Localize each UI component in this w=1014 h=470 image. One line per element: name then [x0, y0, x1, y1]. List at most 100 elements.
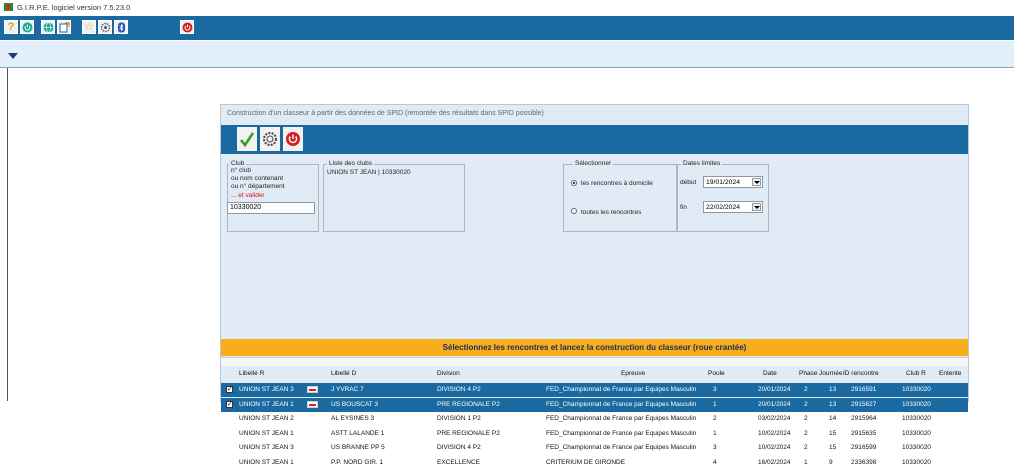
row-division: DIVISION 1 P2: [437, 415, 481, 422]
app-title: G.I.R.P.E. logiciel version 7.5.23.0: [17, 3, 131, 12]
row-journee: 9: [829, 458, 833, 466]
header-division[interactable]: Division: [437, 370, 460, 377]
club-input[interactable]: 10330020: [227, 202, 315, 214]
row-date: 16/02/2024: [758, 458, 791, 466]
start-date-picker[interactable]: 19/01/2024: [703, 176, 763, 188]
clubs-list-item[interactable]: UNION ST JEAN | 10330020: [327, 169, 411, 176]
export-button[interactable]: [57, 20, 71, 34]
row-poule: 4: [713, 458, 717, 466]
power-green-button[interactable]: [20, 20, 34, 34]
row-id-rencontre: 2915627: [851, 400, 877, 408]
row-journee: 13: [829, 386, 837, 393]
row-poule: 1: [713, 400, 717, 408]
row-poule: 3: [713, 386, 717, 393]
validate-button[interactable]: [237, 127, 257, 151]
row-epreuve: FED_Championnat de France par Equipes Ma…: [546, 400, 697, 408]
table-header: Libellé R Libellé D Division Epreuve Pou…: [221, 370, 968, 380]
row-date: 20/01/2024: [758, 386, 791, 393]
header-libelle-r[interactable]: Libellé R: [239, 370, 264, 377]
row-poule: 3: [713, 444, 717, 451]
row-epreuve: FED_Championnat de France par Equipes Ma…: [546, 415, 697, 422]
row-libelle-r: UNION ST JEAN 1: [239, 458, 294, 466]
start-date-label: début: [680, 179, 697, 186]
menu-bar: [0, 41, 1014, 68]
row-libelle-d: US BOUSCAT 3: [331, 400, 379, 408]
row-division: DIVISION 4 P2: [437, 444, 481, 451]
row-phase: 2: [804, 415, 808, 422]
row-division: DIVISION 4 P2: [437, 386, 481, 393]
row-checkbox[interactable]: [226, 400, 233, 408]
row-date: 10/02/2024: [758, 429, 791, 437]
chevron-down-icon[interactable]: [752, 178, 761, 186]
row-division: EXCELLENCE: [437, 458, 480, 466]
bluetooth-icon: [117, 22, 125, 32]
header-journee[interactable]: Journée: [819, 370, 843, 377]
export-icon: [59, 21, 70, 32]
instruction-banner: Sélectionnez les rencontres et lancez la…: [221, 339, 968, 356]
dialog-title: Construction d'un classeur à partir des …: [227, 110, 544, 117]
build-button[interactable]: [260, 127, 280, 151]
globe-button[interactable]: [41, 20, 55, 34]
favorites-button[interactable]: ☆: [82, 20, 96, 34]
club-group-label: Club: [229, 160, 247, 167]
star-icon: ☆: [84, 20, 94, 33]
header-poule[interactable]: Poule: [708, 370, 725, 377]
table-row[interactable]: UNION ST JEAN 3 US BRANNE PP 5 DIVISION 4 …: [221, 441, 968, 455]
row-checkbox[interactable]: [226, 385, 233, 393]
reverse-arrow-icon: [307, 400, 318, 408]
radio-home-label[interactable]: les rencontres à domicile: [581, 180, 653, 187]
main-toolbar: ? ☆: [0, 16, 1014, 40]
header-phase[interactable]: Phase: [799, 370, 817, 377]
bluetooth-button[interactable]: [114, 20, 128, 34]
end-date-picker[interactable]: 22/02/2024: [703, 201, 763, 213]
table-row[interactable]: UNION ST JEAN 1 US BOUSCAT 3 PRE REGIONALE…: [221, 397, 968, 412]
row-club-r: 10330020: [902, 458, 931, 466]
table-row[interactable]: UNION ST JEAN 2 AL EYSINES 3 DIVISION 1 P2…: [221, 412, 968, 426]
power-green-icon: [22, 22, 32, 32]
table-row[interactable]: UNION ST JEAN 1 P.P. NORD GIR. 1 EXCELLENC…: [221, 456, 968, 470]
close-dialog-button[interactable]: [283, 127, 303, 151]
help-button[interactable]: ?: [4, 20, 18, 34]
header-club-r[interactable]: Club R: [906, 370, 926, 377]
row-libelle-r: UNION ST JEAN 1: [239, 400, 294, 408]
radio-all-matches[interactable]: [571, 208, 577, 214]
dialog-toolbar: [221, 125, 968, 154]
row-id-rencontre: 2336398: [851, 458, 877, 466]
checkmark-icon: [239, 132, 255, 147]
power-red-button[interactable]: [180, 20, 194, 34]
header-id-rencontre[interactable]: ID rencontre: [843, 370, 879, 377]
radio-all-label[interactable]: toutes les rencontres: [581, 209, 641, 216]
row-division: PRE REGIONALE P2: [437, 429, 500, 437]
select-group-label: Sélectionner: [573, 160, 614, 167]
power-red-icon: [182, 22, 192, 32]
row-club-r: 10330020: [902, 386, 931, 393]
row-club-r: 10330020: [902, 415, 931, 422]
chevron-down-icon[interactable]: [752, 203, 761, 211]
header-epreuve[interactable]: Epreuve: [621, 370, 645, 377]
row-libelle-d: ASTT LALANDE 1: [331, 429, 385, 437]
row-epreuve: CRITERIUM DE GIRONDE: [546, 458, 626, 466]
table-row[interactable]: UNION ST JEAN 1 ASTT LALANDE 1 PRE REGIONA…: [221, 427, 968, 441]
row-date: 03/02/2024: [758, 415, 791, 422]
power-icon: [286, 132, 300, 146]
table-row[interactable]: UNION ST JEAN 3 J YVRAC 7 DIVISION 4 P2 FED…: [221, 383, 968, 397]
row-poule: 2: [713, 415, 717, 422]
row-epreuve: FED_Championnat de France par Equipes Ma…: [546, 386, 697, 393]
row-date: 20/01/2024: [758, 400, 791, 408]
row-phase: 2: [804, 444, 808, 451]
header-libelle-d[interactable]: Libellé D: [331, 370, 356, 377]
row-libelle-r: UNION ST JEAN 3: [239, 444, 294, 451]
row-epreuve: FED_Championnat de France par Equipes Ma…: [546, 429, 697, 437]
dates-group-label: Dates limites: [681, 160, 723, 167]
dropdown-arrow-icon[interactable]: [8, 53, 18, 59]
row-phase: 2: [804, 400, 808, 408]
validate-hint: ... et valider: [231, 192, 265, 199]
radio-home-matches[interactable]: [571, 180, 577, 186]
construction-dialog: Construction d'un classeur à partir des …: [220, 104, 969, 466]
settings-button[interactable]: [98, 20, 112, 34]
row-journee: 14: [829, 415, 837, 422]
header-entente[interactable]: Entente: [939, 370, 961, 377]
instruction-text: Sélectionnez les rencontres et lancez la…: [442, 343, 747, 352]
header-date[interactable]: Date: [763, 370, 777, 377]
row-journee: 15: [829, 429, 837, 437]
